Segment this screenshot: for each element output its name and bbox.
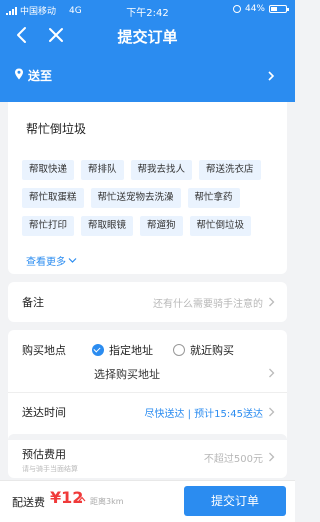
note-row[interactable]: 备注 还有什么需要骑手注意的 — [8, 282, 287, 322]
chevron-up-icon[interactable] — [78, 496, 86, 502]
estimated-fee-value: 不超过500元 — [203, 454, 263, 465]
chevron-right-icon — [268, 71, 275, 81]
task-tag[interactable]: 帮忙取蛋糕 — [22, 188, 84, 208]
task-tag[interactable]: 帮忙打印 — [22, 216, 75, 236]
chevron-right-icon — [269, 407, 275, 417]
estimated-fee-label: 预估费用 — [22, 448, 66, 461]
task-tag[interactable]: 帮取眼镜 — [81, 216, 134, 236]
page-title: 提交订单 — [117, 28, 178, 46]
task-title: 帮忙倒垃圾 — [26, 122, 87, 136]
see-more-label: 查看更多 — [26, 257, 66, 268]
specified-address-option[interactable]: 指定地址 — [92, 342, 153, 358]
nav-bar: 提交订单 — [0, 20, 295, 50]
task-tag[interactable]: 帮忙倒垃圾 — [189, 216, 252, 236]
task-tag[interactable]: 帮送洗衣店 — [199, 160, 261, 180]
note-label: 备注 — [22, 296, 44, 309]
purchase-card: 购买地点 指定地址 就近购买 选择购买地址 送达时间 尽快送达 | 预计15:4… — [8, 330, 287, 450]
battery-icon — [269, 5, 289, 13]
chevron-right-icon — [269, 452, 275, 462]
header: 中国移动 4G 下午2:42 44% 提交订单 送至 — [0, 0, 295, 102]
chevron-right-icon — [269, 297, 275, 307]
estimated-fee-note: 请与骑手当面结算 — [22, 465, 78, 473]
delivery-time-label: 送达时间 — [22, 406, 66, 419]
chevron-down-icon — [68, 258, 77, 263]
bottom-bar: 配送费 ¥12 距离3km 提交订单 — [0, 480, 295, 522]
battery-percent: 44% — [244, 4, 265, 14]
status-right: 44% — [232, 4, 289, 14]
deliver-label: 送至 — [28, 69, 53, 83]
specified-address-label: 指定地址 — [109, 344, 153, 357]
nearby-purchase-option[interactable]: 就近购买 — [173, 342, 234, 358]
task-tag[interactable]: 帮我去找人 — [130, 160, 193, 180]
submit-order-button[interactable]: 提交订单 — [184, 486, 286, 516]
delivery-time-value[interactable]: 尽快送达 | 预计15:45送达 — [144, 405, 263, 420]
status-bar: 中国移动 4G 下午2:42 44% — [0, 0, 295, 19]
delivery-fee-label: 配送费 — [12, 496, 45, 509]
task-tag[interactable]: 帮排队 — [81, 160, 124, 180]
deliver-address-row[interactable]: 送至 — [0, 60, 295, 90]
task-tag[interactable]: 帮遛狗 — [140, 216, 183, 236]
chevron-right-icon — [269, 368, 275, 378]
battery-fill — [271, 7, 278, 11]
radio-unchecked-icon — [173, 344, 185, 356]
task-tag[interactable]: 帮取快递 — [22, 160, 75, 180]
divider — [8, 392, 287, 393]
task-tag[interactable]: 帮忙送宠物去洗澡 — [90, 188, 181, 208]
nearby-purchase-label: 就近购买 — [190, 344, 234, 357]
note-placeholder: 还有什么需要骑手注意的 — [153, 299, 263, 310]
purchase-location-label: 购买地点 — [22, 344, 66, 357]
estimated-fee-row[interactable]: 预估费用 请与骑手当面结算 不超过500元 — [8, 434, 287, 478]
alarm-icon — [232, 5, 241, 13]
task-tag[interactable]: 帮忙拿药 — [187, 188, 240, 208]
tag-list: 帮取快递 帮排队 帮我去找人 帮送洗衣店帮忙取蛋糕 帮忙送宠物去洗澡 帮忙拿药帮忙打印 帮取… — [22, 160, 278, 236]
select-purchase-address[interactable]: 选择购买地址 — [94, 366, 160, 382]
see-more-link[interactable]: 查看更多 — [26, 253, 77, 268]
location-pin-icon — [15, 68, 23, 80]
task-card: 帮忙倒垃圾 帮取快递 帮排队 帮我去找人 帮送洗衣店帮忙取蛋糕 帮忙送宠物去洗澡 帮忙拿药… — [8, 102, 287, 274]
radio-checked-icon — [92, 344, 104, 356]
distance-text: 距离3km — [90, 497, 124, 506]
